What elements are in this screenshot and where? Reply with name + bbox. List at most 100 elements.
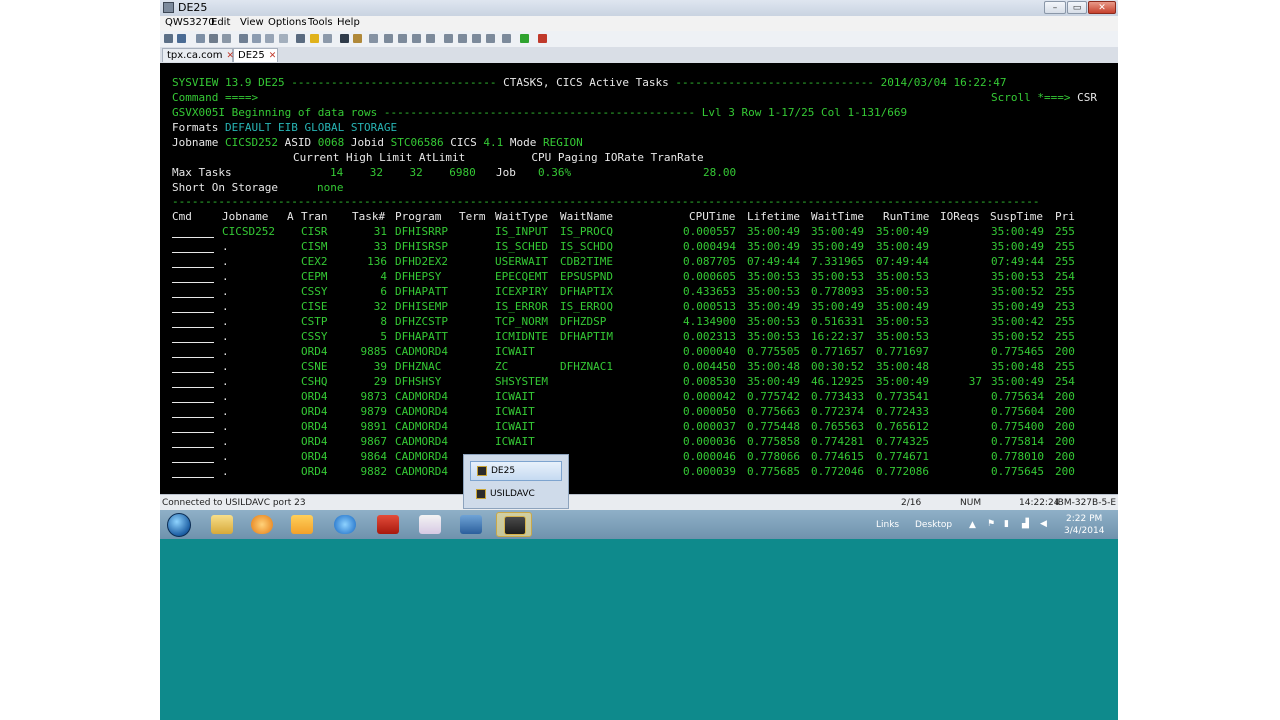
network-icon[interactable]: ▟ — [1022, 519, 1029, 529]
close-button[interactable]: ✕ — [1088, 1, 1116, 14]
table-row[interactable]: . CISE 32 DFHISEMP IS_ERROR IS_ERROQ 0.000513 3… — [160, 299, 1118, 314]
popup-item-usildavc[interactable]: USILDAVC — [470, 484, 562, 504]
cell-run: 35:00:49 — [876, 300, 929, 313]
minimize-button[interactable]: – — [1044, 1, 1066, 14]
flag-icon[interactable]: ⚑ — [987, 519, 995, 529]
table-row[interactable]: . ORD4 9867 CADMORD4 ICWAIT 0.000036 0.775858 0… — [160, 434, 1118, 449]
menu-edit[interactable]: Edit — [211, 17, 230, 28]
cmd-input[interactable] — [172, 447, 214, 448]
cmd-input[interactable] — [172, 357, 214, 358]
settings-icon[interactable] — [369, 34, 378, 43]
close-icon[interactable]: ✕ — [269, 51, 277, 61]
color-icon[interactable] — [412, 34, 421, 43]
clock-time[interactable]: 2:22 PM — [1066, 514, 1102, 524]
battery-icon[interactable]: ▮ — [1004, 519, 1009, 529]
cmd-input[interactable] — [172, 372, 214, 373]
menu-help[interactable]: Help — [337, 17, 360, 28]
clock-date[interactable]: 3/4/2014 — [1064, 526, 1104, 536]
filezilla-icon[interactable] — [370, 512, 406, 537]
command-line[interactable]: Command ====> — [172, 90, 258, 105]
internet-explorer-icon[interactable] — [327, 512, 363, 537]
table-row[interactable]: . CISM 33 DFHISRSP IS_SCHED IS_SCHDQ 0.000494 3… — [160, 239, 1118, 254]
start-button[interactable] — [167, 513, 191, 537]
cmd-input[interactable] — [172, 462, 214, 463]
keyboard-icon[interactable] — [384, 34, 393, 43]
tab-de25[interactable]: DE25 ✕ — [233, 48, 278, 62]
links-toolbar[interactable]: Links — [876, 520, 899, 530]
table-row[interactable]: . ORD4 9882 CADMORD4 0.000039 0.775685 0.77204… — [160, 464, 1118, 479]
table-row[interactable]: CICSD252 CISR 31 DFHISRRP IS_INPUT IS_PROCQ 0.… — [160, 224, 1118, 239]
menu-view[interactable]: View — [240, 17, 264, 28]
paste-icon[interactable] — [265, 34, 274, 43]
key-icon[interactable] — [296, 34, 305, 43]
table-row[interactable]: . CSSY 6 DFHAPATT ICEXPIRY DFHAPTIX 0.433653 35… — [160, 284, 1118, 299]
table-row[interactable]: . CSSY 5 DFHAPATT ICMIDNTE DFHAPTIM 0.002313 35… — [160, 329, 1118, 344]
font-icon[interactable] — [398, 34, 407, 43]
table-row[interactable]: . CSHQ 29 DFHSHSY SHSYSTEM 0.008530 35:00:49 46… — [160, 374, 1118, 389]
table-row[interactable]: . ORD4 9891 CADMORD4 ICWAIT 0.000037 0.775448 0… — [160, 419, 1118, 434]
table-row[interactable]: . CEPM 4 DFHEPSY EPECQEMT EPSUSPND 0.000605 35:… — [160, 269, 1118, 284]
cmd-input[interactable] — [172, 327, 214, 328]
cell-jobname: . — [222, 390, 229, 403]
cmd-input[interactable] — [172, 402, 214, 403]
split-icon[interactable] — [486, 34, 495, 43]
maximize-button[interactable]: ▭ — [1067, 1, 1087, 14]
tab-tpx[interactable]: tpx.ca.com ✕ — [162, 48, 234, 62]
cmd-input[interactable] — [172, 417, 214, 418]
table-row[interactable]: . CSTP 8 DFHZCSTP TCP_NORM DFHZDSP 4.134900 35:… — [160, 314, 1118, 329]
receive-icon[interactable] — [472, 34, 481, 43]
transfer-icon[interactable] — [444, 34, 453, 43]
warning-icon[interactable] — [310, 34, 319, 43]
cmd-input[interactable] — [172, 342, 214, 343]
media-player-icon[interactable] — [244, 512, 280, 537]
table-row[interactable]: . ORD4 9873 CADMORD4 ICWAIT 0.000042 0.775742 0… — [160, 389, 1118, 404]
formats-value[interactable]: DEFAULT EIB GLOBAL STORAGE — [225, 121, 397, 134]
exit-icon[interactable] — [538, 34, 547, 43]
cmd-input[interactable] — [172, 387, 214, 388]
macro-icon[interactable] — [353, 34, 362, 43]
chevron-up-icon[interactable]: ▲ — [969, 520, 976, 530]
cmd-input[interactable] — [172, 297, 214, 298]
popup-item-de25[interactable]: DE25 — [470, 461, 562, 481]
cmd-input[interactable] — [172, 477, 214, 478]
open-icon[interactable] — [222, 34, 231, 43]
table-row[interactable]: . ORD4 9864 CADMORD4 0.000046 0.778066 0.77461… — [160, 449, 1118, 464]
terminal-icon[interactable] — [496, 512, 532, 537]
connect-icon[interactable] — [164, 34, 173, 43]
menu-options[interactable]: Options — [268, 17, 307, 28]
disconnect-icon[interactable] — [177, 34, 186, 43]
layout-icon[interactable] — [426, 34, 435, 43]
scroll-field[interactable]: Scroll *===> CSR — [991, 90, 1097, 105]
save-icon[interactable] — [196, 34, 205, 43]
scroll-value[interactable]: CSR — [1077, 91, 1097, 104]
outlook-icon[interactable] — [284, 512, 320, 537]
cell-tran: ORD4 — [301, 435, 328, 448]
menu-qws3270[interactable]: QWS3270 — [165, 17, 215, 28]
table-row[interactable]: . CSNE 39 DFHZNAC ZC DFHZNAC1 0.004450 35:00:48… — [160, 359, 1118, 374]
qws-icon[interactable] — [453, 512, 489, 537]
select-icon[interactable] — [279, 34, 288, 43]
refresh-icon[interactable] — [520, 34, 529, 43]
send-icon[interactable] — [458, 34, 467, 43]
cmd-input[interactable] — [172, 432, 214, 433]
explorer-icon[interactable] — [204, 512, 240, 537]
cut-icon[interactable] — [239, 34, 248, 43]
menu-tools[interactable]: Tools — [308, 17, 333, 28]
record-icon[interactable] — [340, 34, 349, 43]
table-row[interactable]: . ORD4 9879 CADMORD4 ICWAIT 0.000050 0.775663 0… — [160, 404, 1118, 419]
print-icon[interactable] — [209, 34, 218, 43]
copy-icon[interactable] — [252, 34, 261, 43]
terminal-screen[interactable]: SYSVIEW 13.9 DE25 ----------------------… — [160, 63, 1118, 494]
cmd-input[interactable] — [172, 252, 214, 253]
cmd-input[interactable] — [172, 282, 214, 283]
cmd-input[interactable] — [172, 267, 214, 268]
table-row[interactable]: . ORD4 9885 CADMORD4 ICWAIT 0.000040 0.775505 0… — [160, 344, 1118, 359]
desktop-toolbar[interactable]: Desktop — [915, 520, 952, 530]
cmd-input[interactable] — [172, 312, 214, 313]
onenote-icon[interactable] — [412, 512, 448, 537]
info-icon[interactable] — [323, 34, 332, 43]
volume-icon[interactable]: ◀ — [1040, 519, 1047, 529]
cmd-input[interactable] — [172, 237, 214, 238]
expand-icon[interactable] — [502, 34, 511, 43]
table-row[interactable]: . CEX2 136 DFHD2EX2 USERWAIT CDB2TIME 0.087705… — [160, 254, 1118, 269]
